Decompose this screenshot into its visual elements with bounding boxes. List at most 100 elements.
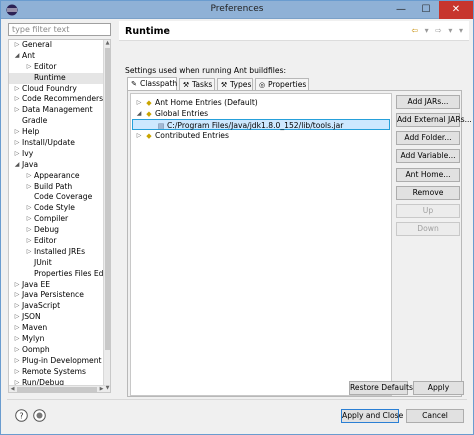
minimize-button[interactable]: —: [389, 1, 413, 19]
back-arrow-icon[interactable]: ⇦: [411, 26, 418, 35]
collapsed-arrow-icon[interactable]: ▷: [13, 138, 21, 149]
tree-vertical-scroll-thumb[interactable]: [105, 48, 110, 350]
tree-item[interactable]: ▷ Compiler: [9, 214, 105, 225]
collapsed-arrow-icon[interactable]: ▷: [13, 290, 21, 301]
view-menu-icon[interactable]: ▾: [459, 26, 463, 35]
collapsed-arrow-icon[interactable]: ▷: [13, 94, 21, 105]
tree-horizontal-scroll-thumb[interactable]: [17, 387, 97, 392]
tree-item[interactable]: ▷ Help: [9, 127, 105, 138]
collapsed-arrow-icon[interactable]: ▷: [13, 105, 21, 116]
title-bar[interactable]: Preferences — ☐ ✕: [1, 1, 473, 19]
collapsed-arrow-icon[interactable]: ▷: [13, 40, 21, 51]
tree-item[interactable]: ▷ Mylyn: [9, 334, 105, 345]
tree-item[interactable]: ▷ General: [9, 40, 105, 51]
tree-item[interactable]: ◢ Java: [9, 160, 105, 171]
tree-item[interactable]: ▷ Data Management: [9, 105, 105, 116]
tree-item[interactable]: ▷ Oomph: [9, 345, 105, 356]
tree-item[interactable]: JUnit: [9, 258, 105, 269]
tree-item[interactable]: ◢ Ant: [9, 51, 105, 62]
cancel-button[interactable]: Cancel: [406, 409, 464, 423]
back-menu-icon[interactable]: ▾: [425, 26, 429, 35]
remove-button[interactable]: Remove: [396, 186, 460, 200]
collapsed-arrow-icon[interactable]: ▷: [135, 130, 143, 141]
collapsed-arrow-icon[interactable]: ▷: [25, 247, 33, 258]
collapsed-arrow-icon[interactable]: ▷: [25, 182, 33, 193]
tree-item[interactable]: ▷ JSON: [9, 312, 105, 323]
tree-item[interactable]: ▷ Appearance: [9, 171, 105, 182]
collapsed-arrow-icon[interactable]: ▷: [25, 236, 33, 247]
collapsed-arrow-icon[interactable]: ▷: [25, 62, 33, 73]
collapsed-arrow-icon[interactable]: ▷: [135, 97, 143, 108]
tree-horizontal-scrollbar[interactable]: ◀ ▶: [9, 385, 105, 392]
tree-vertical-scrollbar[interactable]: ▲ ▼: [103, 40, 110, 392]
tree-item[interactable]: ▷ Cloud Foundry: [9, 84, 105, 95]
collapsed-arrow-icon[interactable]: ▷: [13, 84, 21, 95]
scroll-up-arrow-icon[interactable]: ▲: [104, 40, 110, 47]
tree-item[interactable]: ▷ Code Recommenders: [9, 94, 105, 105]
classpath-entry[interactable]: ▤ C:/Program Files/Java/jdk1.8.0_152/lib/…: [132, 119, 390, 130]
tree-item[interactable]: ▷ Maven: [9, 323, 105, 334]
tree-item[interactable]: ▷ Plug-in Development: [9, 356, 105, 367]
tree-item[interactable]: ▷ Build Path: [9, 182, 105, 193]
expanded-arrow-icon[interactable]: ◢: [13, 160, 21, 171]
apply-and-close-button[interactable]: Apply and Close: [341, 409, 403, 423]
collapsed-arrow-icon[interactable]: ▷: [25, 214, 33, 225]
collapsed-arrow-icon[interactable]: ▷: [25, 171, 33, 182]
tree-item[interactable]: Code Coverage: [9, 192, 105, 203]
collapsed-arrow-icon[interactable]: ▷: [13, 127, 21, 138]
scroll-right-arrow-icon[interactable]: ▶: [98, 386, 105, 392]
collapsed-arrow-icon[interactable]: ▷: [25, 203, 33, 214]
add-jars-button[interactable]: Add JARs...: [396, 95, 460, 109]
tree-item[interactable]: ▷ Installed JREs: [9, 247, 105, 258]
tree-item[interactable]: ▷ Editor: [9, 236, 105, 247]
tab-tasks[interactable]: ⚒ Tasks: [179, 78, 215, 90]
forward-arrow-icon[interactable]: ⇨: [435, 26, 442, 35]
tab-classpath[interactable]: ✎ Classpath: [127, 77, 177, 90]
scroll-left-arrow-icon[interactable]: ◀: [9, 386, 16, 392]
filter-input[interactable]: [8, 23, 111, 36]
apply-button[interactable]: Apply: [413, 381, 464, 395]
collapsed-arrow-icon[interactable]: ▷: [13, 149, 21, 160]
help-icon[interactable]: ?: [15, 409, 28, 422]
import-export-icon[interactable]: [33, 409, 46, 422]
tree-item[interactable]: ▷ Install/Update: [9, 138, 105, 149]
collapsed-arrow-icon[interactable]: ▷: [13, 345, 21, 356]
tree-item[interactable]: Properties Files Editor: [9, 269, 105, 280]
tree-item[interactable]: Runtime: [9, 72, 105, 84]
tree-item[interactable]: ▷ Code Style: [9, 203, 105, 214]
up-button[interactable]: Up: [396, 204, 460, 218]
expanded-arrow-icon[interactable]: ◢: [13, 51, 21, 62]
tree-item[interactable]: ▷ Editor: [9, 62, 105, 73]
collapsed-arrow-icon[interactable]: ▷: [13, 312, 21, 323]
tree-item[interactable]: ▷ Remote Systems: [9, 367, 105, 378]
collapsed-arrow-icon[interactable]: ▷: [13, 334, 21, 345]
collapsed-arrow-icon[interactable]: ▷: [13, 323, 21, 334]
collapsed-arrow-icon[interactable]: ▷: [25, 225, 33, 236]
add-external-jars-button[interactable]: Add External JARs...: [396, 113, 472, 127]
add-variable-button[interactable]: Add Variable...: [396, 149, 460, 163]
collapsed-arrow-icon[interactable]: ▷: [13, 356, 21, 367]
ant-home-button[interactable]: Ant Home...: [396, 168, 460, 182]
classpath-entry[interactable]: ▷ ◆ Contributed Entries: [135, 130, 375, 141]
restore-defaults-button[interactable]: Restore Defaults: [349, 381, 413, 395]
tree-item[interactable]: ▷ Debug: [9, 225, 105, 236]
tree-item[interactable]: ▷ Java EE: [9, 280, 105, 291]
scroll-down-arrow-icon[interactable]: ▼: [104, 385, 110, 392]
down-button[interactable]: Down: [396, 222, 460, 236]
forward-menu-icon[interactable]: ▾: [448, 26, 452, 35]
tab-properties[interactable]: ◎ Properties: [255, 78, 309, 90]
close-button[interactable]: ✕: [439, 1, 473, 19]
tree-item[interactable]: Gradle: [9, 116, 105, 127]
tree-item[interactable]: ▷ Ivy: [9, 149, 105, 160]
collapsed-arrow-icon[interactable]: ▷: [13, 280, 21, 291]
classpath-entry[interactable]: ▷ ◆ Ant Home Entries (Default): [135, 97, 375, 108]
collapsed-arrow-icon[interactable]: ▷: [13, 367, 21, 378]
expanded-arrow-icon[interactable]: ◢: [135, 108, 143, 119]
classpath-entry[interactable]: ◢ ◆ Global Entries: [135, 108, 375, 119]
maximize-button[interactable]: ☐: [414, 1, 438, 19]
add-folder-button[interactable]: Add Folder...: [396, 131, 460, 145]
tree-item[interactable]: ▷ JavaScript: [9, 301, 105, 312]
collapsed-arrow-icon[interactable]: ▷: [13, 301, 21, 312]
tree-item[interactable]: ▷ Java Persistence: [9, 290, 105, 301]
tab-types[interactable]: ⚒ Types: [217, 78, 253, 90]
